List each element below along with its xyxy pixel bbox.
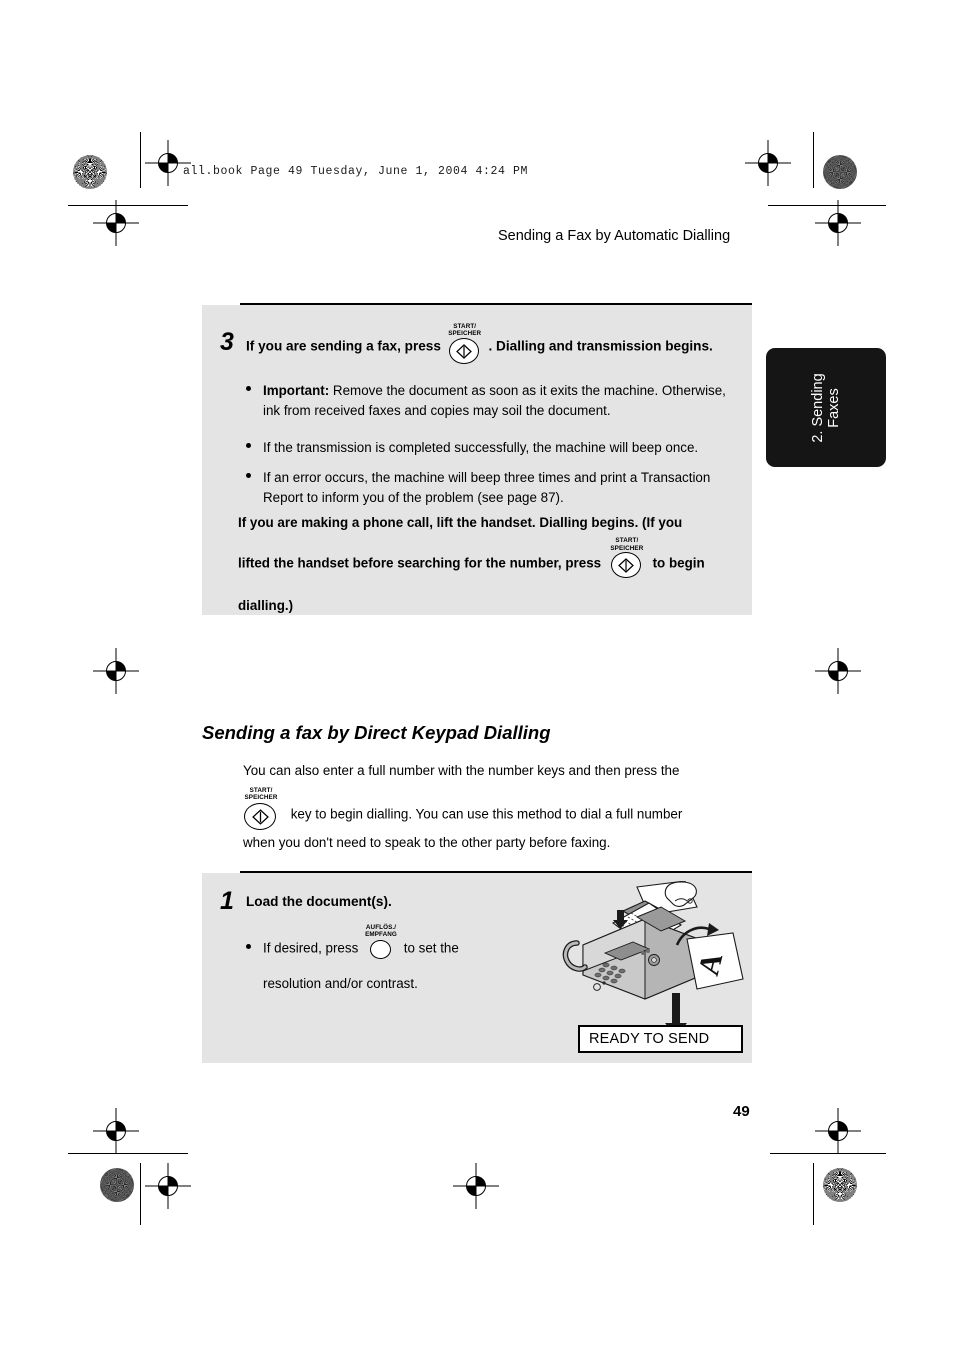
lcd-status-text: READY TO SEND <box>589 1031 710 1047</box>
registration-mark-right-lower <box>815 1108 861 1154</box>
step1-number: 1 <box>220 887 234 915</box>
auflos-empfang-key-glyph <box>370 940 391 959</box>
print-file-header: all.book Page 49 Tuesday, June 1, 2004 4… <box>183 165 529 178</box>
step3-heading-text-after: . Dialling and transmission begins. <box>488 338 713 354</box>
step3-phone-note-line-1: If you are making a phone call, lift the… <box>238 515 683 530</box>
registration-mark-left-upper <box>93 200 139 246</box>
step3-phone-note-line-3: dialling.) <box>238 598 294 614</box>
step3-heading: If you are sending a fax, press START/SP… <box>246 323 746 364</box>
start-speicher-key[interactable]: START/SPEICHER <box>243 787 279 830</box>
page-section-title: Sending a fax by Direct Keypad Dialling <box>202 722 551 743</box>
step3-heading-text-before: If you are sending a fax, press <box>246 338 441 354</box>
step3-number: 3 <box>220 328 234 356</box>
trim-line-top-right-vertical <box>813 132 814 188</box>
registration-mark-top-left <box>145 140 191 186</box>
step3-phone-note: If you are making a phone call, lift the… <box>238 513 743 616</box>
running-head-title: Sending a Fax by Automatic Dialling <box>498 228 731 244</box>
lcd-status-box: READY TO SEND <box>578 1025 743 1053</box>
trim-line-lower-right-horizontal <box>770 1153 886 1154</box>
registration-mark-right-middle <box>815 648 861 694</box>
halftone-dot-top-right <box>823 155 857 189</box>
start-speicher-key-caption: START/SPEICHER <box>448 323 482 338</box>
registration-mark-right-upper <box>815 200 861 246</box>
step3-phone-note-line-2-text: lifted the handset before searching for … <box>238 555 602 571</box>
start-speicher-key-caption: START/SPEICHER <box>610 537 644 552</box>
trim-line-lower-left-horizontal <box>68 1153 188 1154</box>
step1-bullet-resolution-text-after: to set the <box>403 940 459 956</box>
step3-box: 3 If you are sending a fax, press START/… <box>202 305 752 615</box>
step3-bullet-error-text: If an error occurs, the machine will bee… <box>263 470 711 505</box>
trim-line-bottom-right-vertical <box>813 1163 814 1225</box>
section-intro-line-2-text: key to begin dialling. You can use this … <box>290 806 683 822</box>
step1-bullet-resolution-text-before: If desired, press <box>263 940 359 956</box>
section-intro-line-3: when you don't need to speak to the othe… <box>243 835 611 850</box>
thumb-tab-line-2: Faxes <box>826 387 842 428</box>
registration-mark-top-right <box>745 140 791 186</box>
start-speicher-key-glyph <box>610 552 641 579</box>
trim-line-bottom-left-vertical <box>140 1163 141 1225</box>
step3-phone-note-line-2-tail: to begin <box>652 555 705 571</box>
halftone-dot-bottom-right <box>823 1168 857 1202</box>
step1-heading: Load the document(s). <box>246 894 392 909</box>
step1-box: 1 Load the document(s). If desired, pres… <box>202 873 752 1063</box>
registration-mark-bottom-left <box>145 1163 191 1209</box>
thumb-tab-line-1: 2. Sending <box>809 372 826 443</box>
page-number-folio: 49 <box>733 1103 750 1120</box>
bullet-dot-icon <box>246 386 251 391</box>
registration-mark-bottom-center <box>453 1163 499 1209</box>
step1-bullet-resolution-line-2: resolution and/or contrast. <box>263 976 418 991</box>
fax-machine-illustration: A <box>557 880 747 1016</box>
start-speicher-key[interactable]: START/SPEICHER <box>610 537 644 579</box>
step3-bullet-error: If an error occurs, the machine will bee… <box>246 468 736 507</box>
step1-bullet-resolution: If desired, press AUFLÖS./EMPFANG to set… <box>246 924 546 994</box>
step3-bullet-important-lead: Important: <box>263 383 330 398</box>
registration-mark-left-lower <box>93 1108 139 1154</box>
registration-mark-left-middle <box>93 648 139 694</box>
document-page: all.book Page 49 Tuesday, June 1, 2004 4… <box>0 0 954 1351</box>
start-speicher-key-caption: START/SPEICHER <box>244 787 278 802</box>
section-intro-line-1: You can also enter a full number with th… <box>243 763 680 778</box>
thumb-tab-label: 2. Sending Faxes <box>810 373 842 442</box>
bullet-dot-icon <box>246 473 251 478</box>
step3-bullet-important-body: Important: Remove the document as soon a… <box>263 381 726 420</box>
step3-bullet-important: Important: Remove the document as soon a… <box>246 381 726 420</box>
step3-bullet-success-text: If the transmission is completed success… <box>263 440 699 455</box>
section-intro-line-2: START/SPEICHER key to begin dialling. Yo… <box>243 787 753 830</box>
trim-line-top-left-vertical <box>140 132 141 188</box>
section-thumb-tab: 2. Sending Faxes <box>766 348 886 467</box>
step3-bullet-important-text: Remove the document as soon as it exits … <box>263 383 726 418</box>
start-speicher-key[interactable]: START/SPEICHER <box>448 323 482 364</box>
halftone-dot-bottom-left <box>100 1168 134 1202</box>
halftone-dot-top-left <box>73 155 107 189</box>
start-speicher-key-glyph <box>448 338 479 364</box>
step1-bullet-resolution-line-1: If desired, press AUFLÖS./EMPFANG to set… <box>263 924 546 960</box>
auflos-empfang-key[interactable]: AUFLÖS./EMPFANG <box>365 924 397 960</box>
auflos-empfang-key-caption: AUFLÖS./EMPFANG <box>365 924 397 939</box>
step3-phone-note-line-2: lifted the handset before searching for … <box>238 537 743 579</box>
bullet-dot-icon <box>246 443 251 448</box>
bullet-dot-icon <box>246 944 251 949</box>
start-speicher-key-glyph <box>244 803 276 830</box>
step3-bullet-success: If the transmission is completed success… <box>246 438 736 458</box>
